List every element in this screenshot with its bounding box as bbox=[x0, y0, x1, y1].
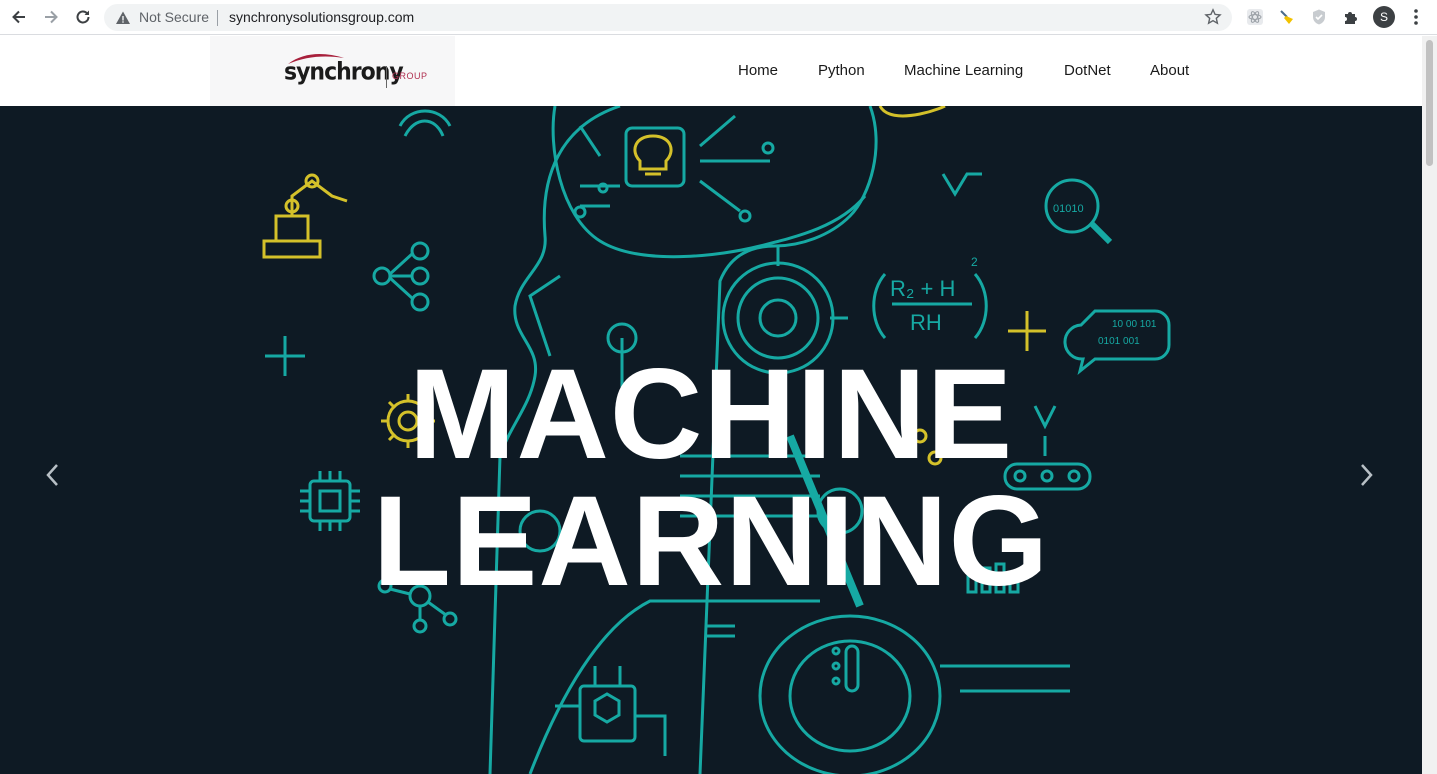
nav-dotnet[interactable]: DotNet bbox=[1064, 62, 1111, 79]
logo-wordmark: synchrony bbox=[284, 58, 404, 87]
scrollbar-thumb[interactable] bbox=[1426, 40, 1433, 166]
profile-avatar[interactable]: S bbox=[1373, 6, 1395, 28]
bookmark-star-icon[interactable] bbox=[1204, 8, 1222, 26]
more-menu-icon[interactable] bbox=[1409, 6, 1423, 28]
nav-machine-learning[interactable]: Machine Learning bbox=[904, 62, 1023, 79]
art-bubble-line1: 10 00 101 bbox=[1112, 319, 1157, 330]
hero-carousel: 01010 R₂ + H RH 2 10 00 101 0101 001 MAC… bbox=[0, 106, 1422, 774]
logo-divider bbox=[386, 66, 387, 88]
reload-icon[interactable] bbox=[72, 6, 94, 28]
page-scrollbar[interactable] bbox=[1422, 36, 1437, 774]
hero-title-line1: MACHINE bbox=[408, 343, 1014, 486]
divider bbox=[217, 10, 218, 26]
site-header: synchrony GROUP Home Python Machine Lear… bbox=[0, 36, 1422, 106]
nav-home[interactable]: Home bbox=[738, 62, 778, 79]
logo-group-text: GROUP bbox=[392, 71, 428, 81]
nav-python[interactable]: Python bbox=[818, 62, 865, 79]
art-binary-text: 01010 bbox=[1053, 203, 1084, 215]
browser-toolbar: Not Secure synchronysolutionsgroup.com S bbox=[0, 0, 1437, 35]
security-status[interactable]: Not Secure bbox=[139, 9, 209, 25]
carousel-prev-icon[interactable] bbox=[41, 461, 65, 489]
art-formula-bottom: RH bbox=[910, 310, 942, 335]
broom-extension-icon[interactable] bbox=[1277, 7, 1297, 27]
url-text[interactable]: synchronysolutionsgroup.com bbox=[229, 9, 414, 25]
art-bubble-line2: 0101 001 bbox=[1098, 336, 1140, 347]
warning-icon bbox=[116, 11, 130, 24]
react-devtools-icon[interactable] bbox=[1245, 7, 1265, 27]
extensions-puzzle-icon[interactable] bbox=[1341, 7, 1361, 27]
carousel-next-icon[interactable] bbox=[1354, 461, 1378, 489]
address-bar[interactable]: Not Secure synchronysolutionsgroup.com bbox=[104, 4, 1232, 31]
nav-about[interactable]: About bbox=[1150, 62, 1189, 79]
forward-icon[interactable] bbox=[40, 6, 62, 28]
back-icon[interactable] bbox=[8, 6, 30, 28]
art-formula-exponent: 2 bbox=[971, 255, 978, 269]
shield-extension-icon[interactable] bbox=[1309, 7, 1329, 27]
art-formula-top: R₂ + H bbox=[890, 276, 955, 301]
hero-title-line2: LEARNING bbox=[372, 470, 1050, 613]
logo[interactable]: synchrony GROUP bbox=[210, 36, 455, 106]
